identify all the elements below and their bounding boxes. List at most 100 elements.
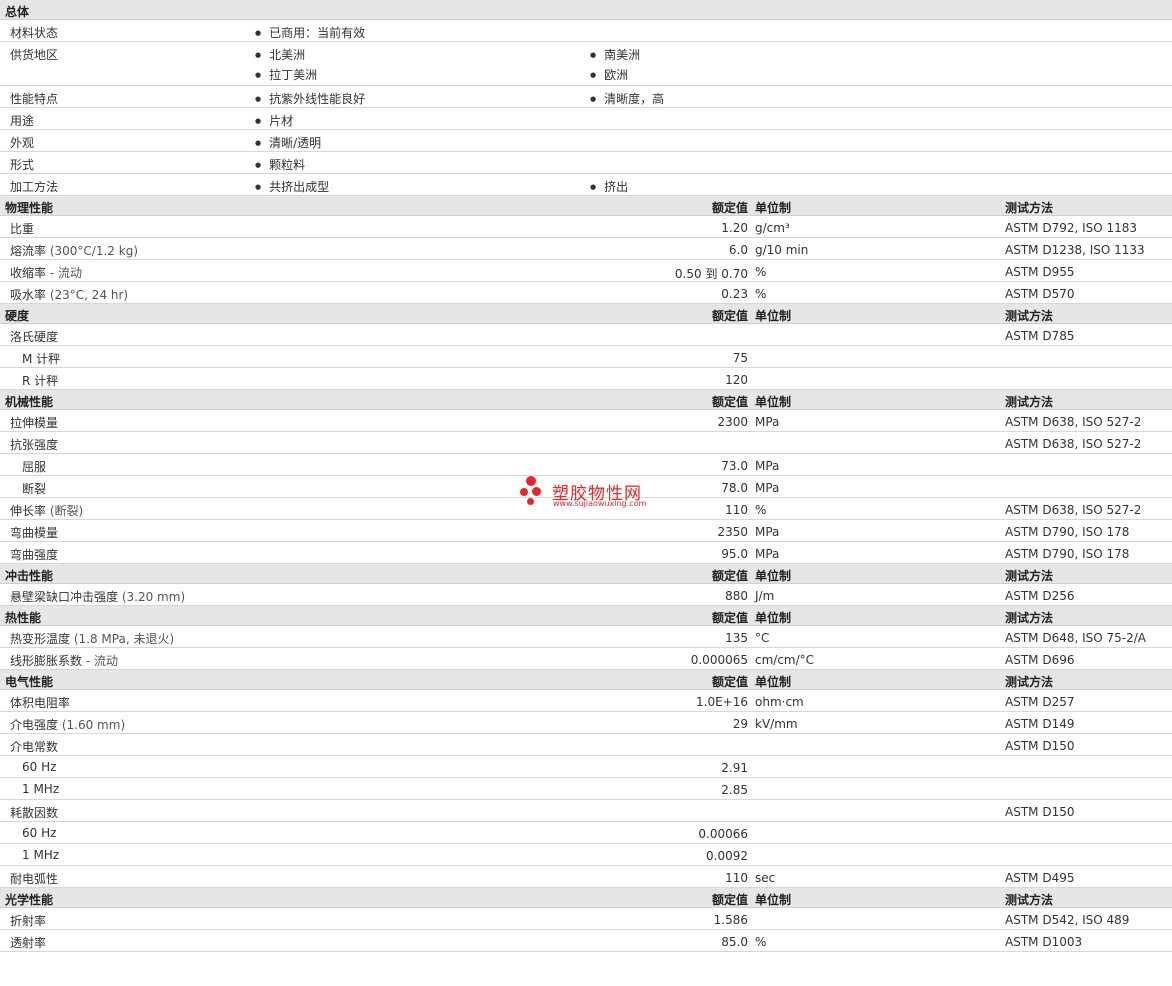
property-label: 吸水率 (23°C, 24 hr) xyxy=(10,286,128,303)
property-label: 伸长率 (断裂) xyxy=(10,502,83,519)
property-value: 880 xyxy=(725,589,748,603)
property-row: 拉伸模量 2300 MPa ASTM D638, ISO 527-2 xyxy=(0,410,1172,432)
section-header: 机械性能 额定值 单位制 测试方法 xyxy=(0,390,1172,410)
property-row: 耗散因数 ASTM D150 xyxy=(0,800,1172,822)
section-header: 热性能 额定值 单位制 测试方法 xyxy=(0,606,1172,626)
bullet-item: 清晰/透明 xyxy=(255,134,321,151)
test-method: ASTM D1238, ISO 1133 xyxy=(1005,243,1145,257)
general-label: 性能特点 xyxy=(10,92,59,106)
header-method: 测试方法 xyxy=(1005,201,1054,215)
bullet-item: 欧洲 xyxy=(590,66,628,83)
property-name: 屈服 xyxy=(22,460,47,474)
property-unit: cm/cm/°C xyxy=(755,653,815,667)
property-value: 0.23 xyxy=(721,287,748,301)
property-row: 洛氏硬度 ASTM D785 xyxy=(0,324,1172,346)
property-value: 110 xyxy=(725,871,748,885)
property-unit: % xyxy=(755,935,767,949)
test-method: ASTM D570 xyxy=(1005,287,1075,301)
property-row: 耐电弧性 110 sec ASTM D495 xyxy=(0,866,1172,888)
section-title: 机械性能 xyxy=(5,395,54,409)
header-method: 测试方法 xyxy=(1005,893,1054,907)
bullet-item: 北美洲 xyxy=(255,46,305,63)
test-method: ASTM D955 xyxy=(1005,265,1075,279)
property-condition: (1.8 MPa, 未退火) xyxy=(73,632,175,646)
property-name: 体积电阻率 xyxy=(10,696,71,710)
property-value: 0.0092 xyxy=(706,849,748,863)
property-row: R 计秤 120 xyxy=(0,368,1172,390)
property-label: R 计秤 xyxy=(22,372,58,389)
test-method: ASTM D257 xyxy=(1005,695,1075,709)
test-method: ASTM D790, ISO 178 xyxy=(1005,525,1130,539)
property-label: 洛氏硬度 xyxy=(10,328,58,345)
property-row: 介电强度 (1.60 mm) 29 kV/mm ASTM D149 xyxy=(0,712,1172,734)
section-title: 物理性能 xyxy=(5,201,54,215)
general-row: 加工方法 共挤出成型 挤出 xyxy=(0,174,1172,196)
property-name: M 计秤 xyxy=(22,352,61,366)
header-unit: 单位制 xyxy=(755,395,792,409)
bullet-item: 已商用：当前有效 xyxy=(255,24,365,41)
property-name: 收缩率 xyxy=(10,266,47,280)
property-value: 2350 xyxy=(717,525,748,539)
test-method: ASTM D149 xyxy=(1005,717,1075,731)
header-method: 测试方法 xyxy=(1005,611,1054,625)
property-row: 60 Hz 0.00066 xyxy=(0,822,1172,844)
property-name: 折射率 xyxy=(10,914,47,928)
property-row: 线形膨胀系数 - 流动 0.000065 cm/cm/°C ASTM D696 xyxy=(0,648,1172,670)
property-label: 弯曲模量 xyxy=(10,524,58,541)
property-condition: (3.20 mm) xyxy=(121,590,186,604)
general-label: 形式 xyxy=(10,158,35,172)
property-condition: - 流动 xyxy=(85,654,118,668)
header-value: 额定值 xyxy=(711,569,748,583)
property-row: 体积电阻率 1.0E+16 ohm·cm ASTM D257 xyxy=(0,690,1172,712)
header-method: 测试方法 xyxy=(1005,569,1054,583)
header-value: 额定值 xyxy=(711,675,748,689)
property-label: 耗散因数 xyxy=(10,804,58,821)
property-condition: (300°C/1.2 kg) xyxy=(49,244,138,258)
property-row: 比重 1.20 g/cm³ ASTM D792, ISO 1183 xyxy=(0,216,1172,238)
header-method: 测试方法 xyxy=(1005,309,1054,323)
property-label: 熔流率 (300°C/1.2 kg) xyxy=(10,242,138,259)
property-label: 介电常数 xyxy=(10,738,58,755)
property-name: 透射率 xyxy=(10,936,47,950)
test-method: ASTM D785 xyxy=(1005,329,1075,343)
property-unit: % xyxy=(755,503,767,517)
test-method: ASTM D495 xyxy=(1005,871,1075,885)
test-method: ASTM D542, ISO 489 xyxy=(1005,913,1130,927)
section-title: 电气性能 xyxy=(5,675,54,689)
property-value: 85.0 xyxy=(721,935,748,949)
property-row: 熔流率 (300°C/1.2 kg) 6.0 g/10 min ASTM D1238,… xyxy=(0,238,1172,260)
property-name: 熔流率 xyxy=(10,244,47,258)
property-value: 135 xyxy=(725,631,748,645)
property-label: 60 Hz xyxy=(22,826,56,840)
bullet-item: 片材 xyxy=(255,112,293,129)
section-title: 总体 xyxy=(5,5,30,19)
property-condition: (23°C, 24 hr) xyxy=(49,288,129,302)
bullet-item: 挤出 xyxy=(590,178,628,195)
test-method: ASTM D638, ISO 527-2 xyxy=(1005,503,1142,517)
property-label: 线形膨胀系数 - 流动 xyxy=(10,652,118,669)
property-condition: - 流动 xyxy=(49,266,82,280)
property-label: 60 Hz xyxy=(22,760,56,774)
property-name: 悬壁梁缺口冲击强度 xyxy=(10,590,119,604)
property-row: 1 MHz 2.85 xyxy=(0,778,1172,800)
property-unit: sec xyxy=(755,871,776,885)
property-unit: g/cm³ xyxy=(755,221,790,235)
section-header: 电气性能 额定值 单位制 测试方法 xyxy=(0,670,1172,690)
general-row: 材料状态 已商用：当前有效 xyxy=(0,20,1172,42)
header-value: 额定值 xyxy=(711,611,748,625)
general-label: 加工方法 xyxy=(10,180,59,194)
property-name: 断裂 xyxy=(22,482,47,496)
header-value: 额定值 xyxy=(711,201,748,215)
property-row: 透射率 85.0% ASTM D1003 xyxy=(0,930,1172,952)
test-method: ASTM D256 xyxy=(1005,589,1075,603)
property-value: 0.000065 xyxy=(690,653,748,667)
general-row: 供货地区 北美洲拉丁美洲 南美洲欧洲 xyxy=(0,42,1172,86)
header-value: 额定值 xyxy=(711,893,748,907)
general-row: 性能特点 抗紫外线性能良好 清晰度，高 xyxy=(0,86,1172,108)
bullet-item: 拉丁美洲 xyxy=(255,66,317,83)
property-name: 1 MHz xyxy=(22,782,60,796)
bullet-item: 清晰度，高 xyxy=(590,90,664,107)
property-row: 弯曲模量 2350 MPa ASTM D790, ISO 178 xyxy=(0,520,1172,542)
property-value: 78.0 xyxy=(721,481,748,495)
property-value: 73.0 xyxy=(721,459,748,473)
